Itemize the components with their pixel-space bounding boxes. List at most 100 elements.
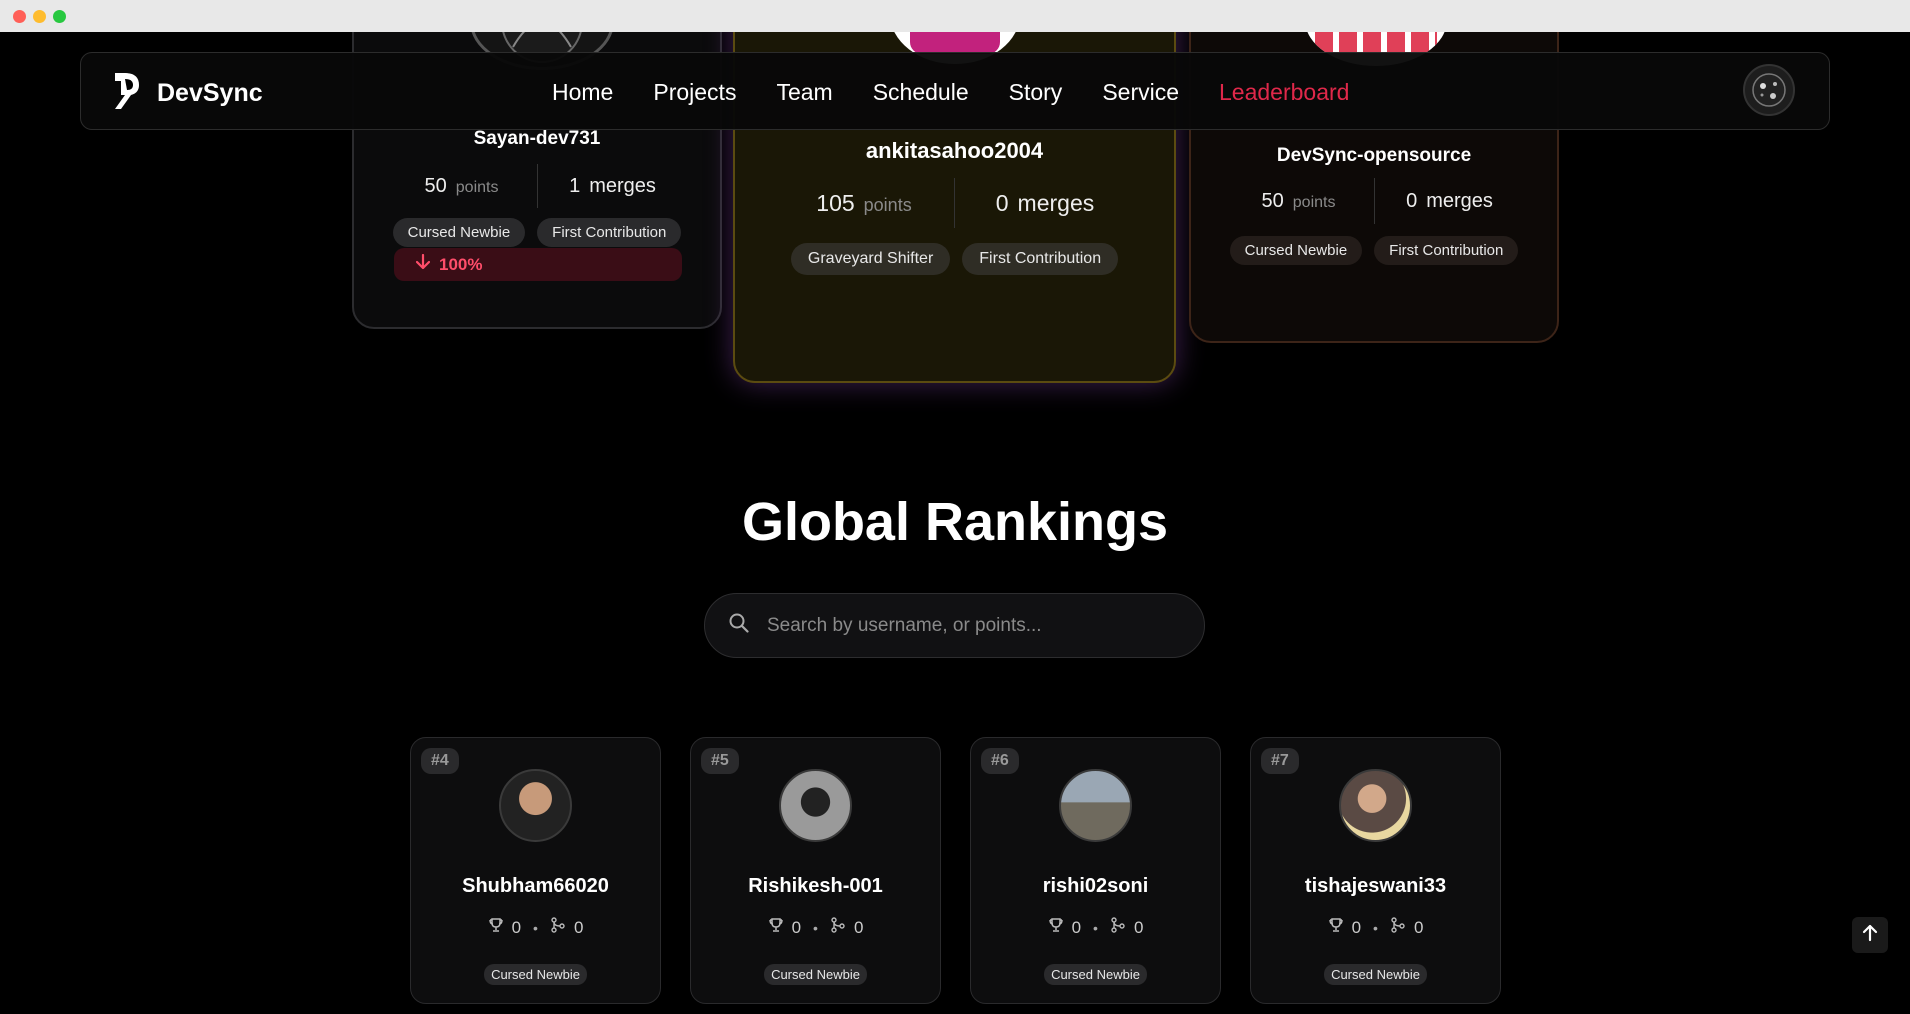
- points-value: 0: [511, 917, 522, 937]
- merges-value: 1: [569, 174, 581, 197]
- podium-username: DevSync-opensource: [1276, 145, 1472, 166]
- stat-separator: •: [533, 919, 538, 936]
- rank-number: #7: [1261, 748, 1299, 774]
- points-label: points: [1292, 193, 1336, 211]
- stat-separator: •: [1373, 919, 1378, 936]
- rank-number: #6: [981, 748, 1019, 774]
- search-bar[interactable]: [704, 593, 1205, 658]
- nav-schedule[interactable]: Schedule: [873, 79, 969, 106]
- navbar: DevSync Home Projects Team Schedule Stor…: [80, 52, 1830, 130]
- merges-value: 0: [995, 189, 1009, 216]
- merges-value: 0: [573, 917, 584, 937]
- arrow-down-icon: [415, 253, 431, 275]
- trend-value: 100%: [439, 254, 483, 274]
- nav-home[interactable]: Home: [552, 79, 613, 106]
- points-label: points: [863, 194, 912, 215]
- avatar: [499, 769, 572, 842]
- git-merge-icon: [1390, 917, 1406, 938]
- podium-stats: 50 points 0 merges: [1191, 178, 1557, 224]
- trophy-icon: [1328, 917, 1344, 938]
- points-value: 50: [424, 174, 447, 197]
- podium-stats: 50 points 1 merges: [354, 164, 720, 208]
- podium-username: Sayan-dev731: [473, 128, 601, 149]
- maximize-window-button[interactable]: [53, 10, 66, 23]
- merges-value: 0: [1133, 917, 1144, 937]
- badge-row: Cursed Newbie: [411, 964, 660, 985]
- trend-indicator: 100%: [394, 248, 682, 281]
- avatar: [1059, 769, 1132, 842]
- rank-number: #5: [701, 748, 739, 774]
- badge-row: Cursed Newbie: [1251, 964, 1500, 985]
- search-icon: [729, 613, 749, 638]
- rank-username: Shubham66020: [462, 875, 609, 897]
- nav-projects[interactable]: Projects: [653, 79, 736, 106]
- ranking-card[interactable]: #5 Rishikesh-001 0 • 0 Cursed Newbie: [690, 737, 941, 1004]
- minimize-window-button[interactable]: [33, 10, 46, 23]
- profile-avatar-button[interactable]: [1743, 64, 1795, 116]
- rank-stats: 0 • 0: [411, 917, 660, 938]
- avatar: [779, 769, 852, 842]
- ranking-card[interactable]: #6 rishi02soni 0 • 0 Cursed Newbie: [970, 737, 1221, 1004]
- rank-username: tishajeswani33: [1304, 875, 1447, 897]
- nav-story[interactable]: Story: [1009, 79, 1063, 106]
- trophy-icon: [1048, 917, 1064, 938]
- nav-service[interactable]: Service: [1102, 79, 1179, 106]
- rank-stats: 0 • 0: [971, 917, 1220, 938]
- nav-team[interactable]: Team: [776, 79, 832, 106]
- stat-separator: •: [813, 919, 818, 936]
- points-label: points: [455, 178, 499, 196]
- window-titlebar: [0, 0, 1910, 32]
- points-value: 105: [816, 189, 855, 216]
- badge: Cursed Newbie: [1229, 236, 1363, 265]
- podium-username: ankitasahoo2004: [865, 138, 1044, 163]
- rank-username: rishi02soni: [1042, 875, 1149, 897]
- brand-link[interactable]: DevSync: [111, 71, 263, 116]
- badge: Cursed Newbie: [764, 964, 867, 985]
- points-value: 0: [1071, 917, 1082, 937]
- badge: Cursed Newbie: [1324, 964, 1427, 985]
- merges-label: merges: [589, 174, 656, 197]
- scroll-to-top-button[interactable]: [1852, 917, 1888, 953]
- merges-value: 0: [1413, 917, 1424, 937]
- badge-row: Cursed Newbie: [691, 964, 940, 985]
- badge: First Contribution: [962, 243, 1119, 275]
- badge: First Contribution: [537, 218, 682, 247]
- search-input[interactable]: [765, 613, 1169, 638]
- trophy-icon: [488, 917, 504, 938]
- close-window-button[interactable]: [13, 10, 26, 23]
- podium-stats: 105 points 0 merges: [735, 178, 1174, 228]
- badge: Graveyard Shifter: [790, 243, 951, 275]
- badge: First Contribution: [1374, 236, 1519, 265]
- nav-links: Home Projects Team Schedule Story Servic…: [552, 53, 1349, 131]
- rank-number: #4: [421, 748, 459, 774]
- rank-stats: 0 • 0: [691, 917, 940, 938]
- badge: Cursed Newbie: [1044, 964, 1147, 985]
- ranking-card[interactable]: #4 Shubham66020 0 • 0 Cursed Newbie: [410, 737, 661, 1004]
- points-value: 50: [1261, 189, 1284, 212]
- devsync-logo: [111, 71, 143, 116]
- points-value: 0: [1351, 917, 1362, 937]
- badge: Cursed Newbie: [392, 218, 526, 247]
- section-title: Global Rankings: [741, 492, 1169, 552]
- rank-stats: 0 • 0: [1251, 917, 1500, 938]
- badge-list: Cursed Newbie First Contribution: [1191, 236, 1557, 265]
- stat-separator: •: [1093, 919, 1098, 936]
- git-merge-icon: [1110, 917, 1126, 938]
- badge-list: Cursed Newbie First Contribution: [354, 218, 720, 247]
- merges-label: merges: [1426, 189, 1493, 212]
- ranking-card[interactable]: #7 tishajeswani33 0 • 0 Cursed Newbie: [1250, 737, 1501, 1004]
- badge-row: Cursed Newbie: [971, 964, 1220, 985]
- badge-list: Graveyard Shifter First Contribution: [735, 243, 1174, 275]
- rank-username: Rishikesh-001: [748, 875, 883, 897]
- arrow-up-icon: [1862, 924, 1878, 947]
- page-viewport: Sayan-dev731 50 points 1 merges Cursed New…: [0, 32, 1910, 1014]
- merges-value: 0: [853, 917, 864, 937]
- merges-value: 0: [1406, 189, 1418, 212]
- trophy-icon: [768, 917, 784, 938]
- brand-name: DevSync: [157, 79, 263, 107]
- points-value: 0: [791, 917, 802, 937]
- badge: Cursed Newbie: [484, 964, 587, 985]
- nav-leaderboard[interactable]: Leaderboard: [1219, 79, 1349, 106]
- avatar: [1339, 769, 1412, 842]
- git-merge-icon: [830, 917, 846, 938]
